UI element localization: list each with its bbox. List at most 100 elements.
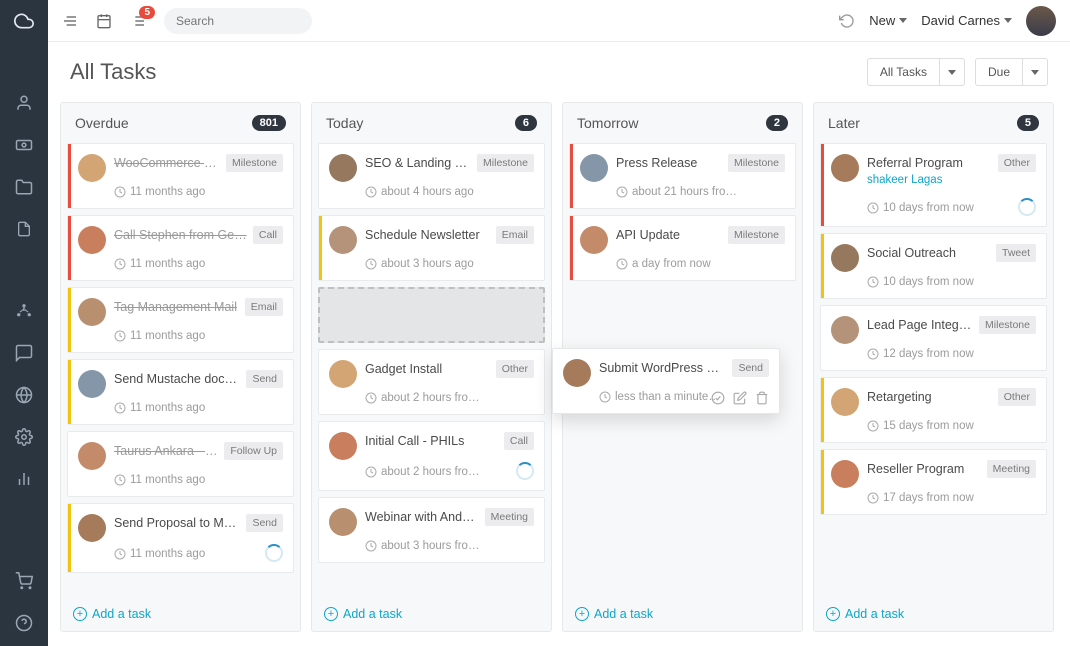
task-card[interactable]: Taurus Ankara - Foll…Follow Up11 months … bbox=[67, 431, 294, 497]
stripe bbox=[821, 144, 824, 226]
task-card[interactable]: Send Proposal to Mo…Send11 months ago bbox=[67, 503, 294, 573]
card-avatar bbox=[329, 508, 357, 536]
user-menu[interactable]: David Carnes bbox=[921, 13, 1012, 28]
task-card[interactable]: Webinar with AndreaMeetingabout 3 hours … bbox=[318, 497, 545, 563]
sort-caret[interactable] bbox=[1023, 58, 1048, 86]
stripe bbox=[570, 216, 573, 280]
card-tag: Call bbox=[253, 226, 283, 244]
task-card[interactable]: Reseller ProgramMeeting17 days from now bbox=[820, 449, 1047, 515]
task-card[interactable]: Initial Call - PHILsCallabout 2 hours fr… bbox=[318, 421, 545, 491]
card-list[interactable]: Referral ProgramOthershakeer Lagas10 day… bbox=[814, 143, 1053, 597]
card-avatar bbox=[831, 388, 859, 416]
stripe bbox=[68, 144, 71, 208]
task-card[interactable]: RetargetingOther15 days from now bbox=[820, 377, 1047, 443]
gears-icon[interactable] bbox=[13, 426, 35, 448]
card-avatar bbox=[78, 298, 106, 326]
task-card[interactable]: Schedule NewsletterEmailabout 3 hours ag… bbox=[318, 215, 545, 281]
task-card[interactable]: API UpdateMilestonea day from now bbox=[569, 215, 796, 281]
card-tag: Milestone bbox=[728, 226, 785, 244]
card-tag: Call bbox=[504, 432, 534, 450]
plus-circle-icon: + bbox=[73, 607, 87, 621]
column-count: 801 bbox=[252, 115, 286, 131]
left-nav bbox=[0, 0, 48, 646]
card-tag: Milestone bbox=[979, 316, 1036, 334]
calendar-icon[interactable] bbox=[96, 13, 112, 29]
sort-button[interactable]: Due bbox=[975, 58, 1023, 86]
money-icon[interactable] bbox=[13, 134, 35, 156]
globe-icon[interactable] bbox=[13, 384, 35, 406]
card-avatar bbox=[78, 514, 106, 542]
task-card[interactable]: SEO & Landing pageMilestoneabout 4 hours… bbox=[318, 143, 545, 209]
card-meta: 11 months ago bbox=[114, 474, 283, 486]
task-card[interactable]: WooCommerce BlogMilestone11 months ago bbox=[67, 143, 294, 209]
stripe bbox=[68, 216, 71, 280]
help-icon[interactable] bbox=[13, 612, 35, 634]
dragged-card[interactable]: Submit WordPress Pl… Send less than a mi… bbox=[552, 348, 780, 414]
stripe bbox=[821, 306, 824, 370]
check-circle-icon[interactable] bbox=[711, 391, 725, 405]
drop-zone[interactable] bbox=[318, 287, 545, 343]
history-icon[interactable] bbox=[839, 13, 855, 29]
add-task-button[interactable]: +Add a task bbox=[61, 597, 300, 631]
task-card[interactable]: Call Stephen from Ge…Call11 months ago bbox=[67, 215, 294, 281]
stripe bbox=[319, 216, 322, 280]
card-title: Referral Program bbox=[867, 154, 992, 170]
card-title: Gadget Install bbox=[365, 360, 490, 376]
task-card[interactable]: Send Mustache docu…Send11 months ago bbox=[67, 359, 294, 425]
person-icon[interactable] bbox=[13, 92, 35, 114]
card-meta: 11 months ago bbox=[114, 402, 283, 414]
caret-down-icon bbox=[1004, 18, 1012, 23]
trash-icon[interactable] bbox=[755, 391, 769, 405]
edit-icon[interactable] bbox=[733, 391, 747, 405]
add-task-button[interactable]: +Add a task bbox=[814, 597, 1053, 631]
stripe bbox=[68, 504, 71, 572]
stripe bbox=[570, 144, 573, 208]
task-card[interactable]: Gadget InstallOtherabout 2 hours fro… bbox=[318, 349, 545, 415]
column-header: Tomorrow2 bbox=[563, 103, 802, 143]
new-button[interactable]: New bbox=[869, 13, 907, 28]
filter-caret[interactable] bbox=[940, 58, 965, 86]
card-subtitle: shakeer Lagas bbox=[867, 174, 1036, 186]
indent-icon[interactable] bbox=[62, 13, 78, 29]
card-tag: Other bbox=[998, 388, 1036, 406]
list-icon[interactable]: 5 bbox=[130, 13, 146, 29]
chart-icon[interactable] bbox=[13, 468, 35, 490]
task-card[interactable]: Lead Page IntegrationMilestone12 days fr… bbox=[820, 305, 1047, 371]
column: Later5Referral ProgramOthershakeer Lagas… bbox=[813, 102, 1054, 632]
card-tag: Other bbox=[496, 360, 534, 378]
card-meta: 11 months ago bbox=[114, 186, 283, 198]
column: Overdue801WooCommerce BlogMilestone11 mo… bbox=[60, 102, 301, 632]
card-avatar bbox=[78, 442, 106, 470]
card-tag: Meeting bbox=[485, 508, 534, 526]
card-list[interactable]: SEO & Landing pageMilestoneabout 4 hours… bbox=[312, 143, 551, 597]
cloud-icon[interactable] bbox=[13, 10, 35, 32]
column: Today6SEO & Landing pageMilestoneabout 4… bbox=[311, 102, 552, 632]
card-title: Social Outreach bbox=[867, 244, 990, 260]
chat-icon[interactable] bbox=[13, 342, 35, 364]
card-meta: 11 months ago bbox=[114, 258, 283, 270]
org-icon[interactable] bbox=[13, 300, 35, 322]
column-title: Later bbox=[828, 115, 860, 131]
card-tag: Follow Up bbox=[224, 442, 283, 460]
folder-icon[interactable] bbox=[13, 176, 35, 198]
user-avatar[interactable] bbox=[1026, 6, 1056, 36]
file-icon[interactable] bbox=[13, 218, 35, 240]
cart-icon[interactable] bbox=[13, 570, 35, 592]
task-card[interactable]: Press ReleaseMilestoneabout 21 hours fro… bbox=[569, 143, 796, 209]
task-card[interactable]: Referral ProgramOthershakeer Lagas10 day… bbox=[820, 143, 1047, 227]
card-avatar bbox=[580, 226, 608, 254]
search-input[interactable] bbox=[176, 14, 331, 28]
task-card[interactable]: Social OutreachTweet10 days from now bbox=[820, 233, 1047, 299]
card-meta: about 4 hours ago bbox=[365, 186, 534, 198]
add-task-button[interactable]: +Add a task bbox=[563, 597, 802, 631]
card-meta: about 21 hours fro… bbox=[616, 186, 785, 198]
card-meta: 11 months ago bbox=[114, 330, 283, 342]
filter-button[interactable]: All Tasks bbox=[867, 58, 940, 86]
search-box[interactable] bbox=[164, 8, 312, 34]
card-tag: Send bbox=[246, 514, 283, 532]
task-card[interactable]: Tag Management MailEmail11 months ago bbox=[67, 287, 294, 353]
card-avatar bbox=[831, 154, 859, 182]
card-list[interactable]: WooCommerce BlogMilestone11 months ago Ca… bbox=[61, 143, 300, 597]
add-task-button[interactable]: +Add a task bbox=[312, 597, 551, 631]
stripe bbox=[68, 432, 71, 496]
